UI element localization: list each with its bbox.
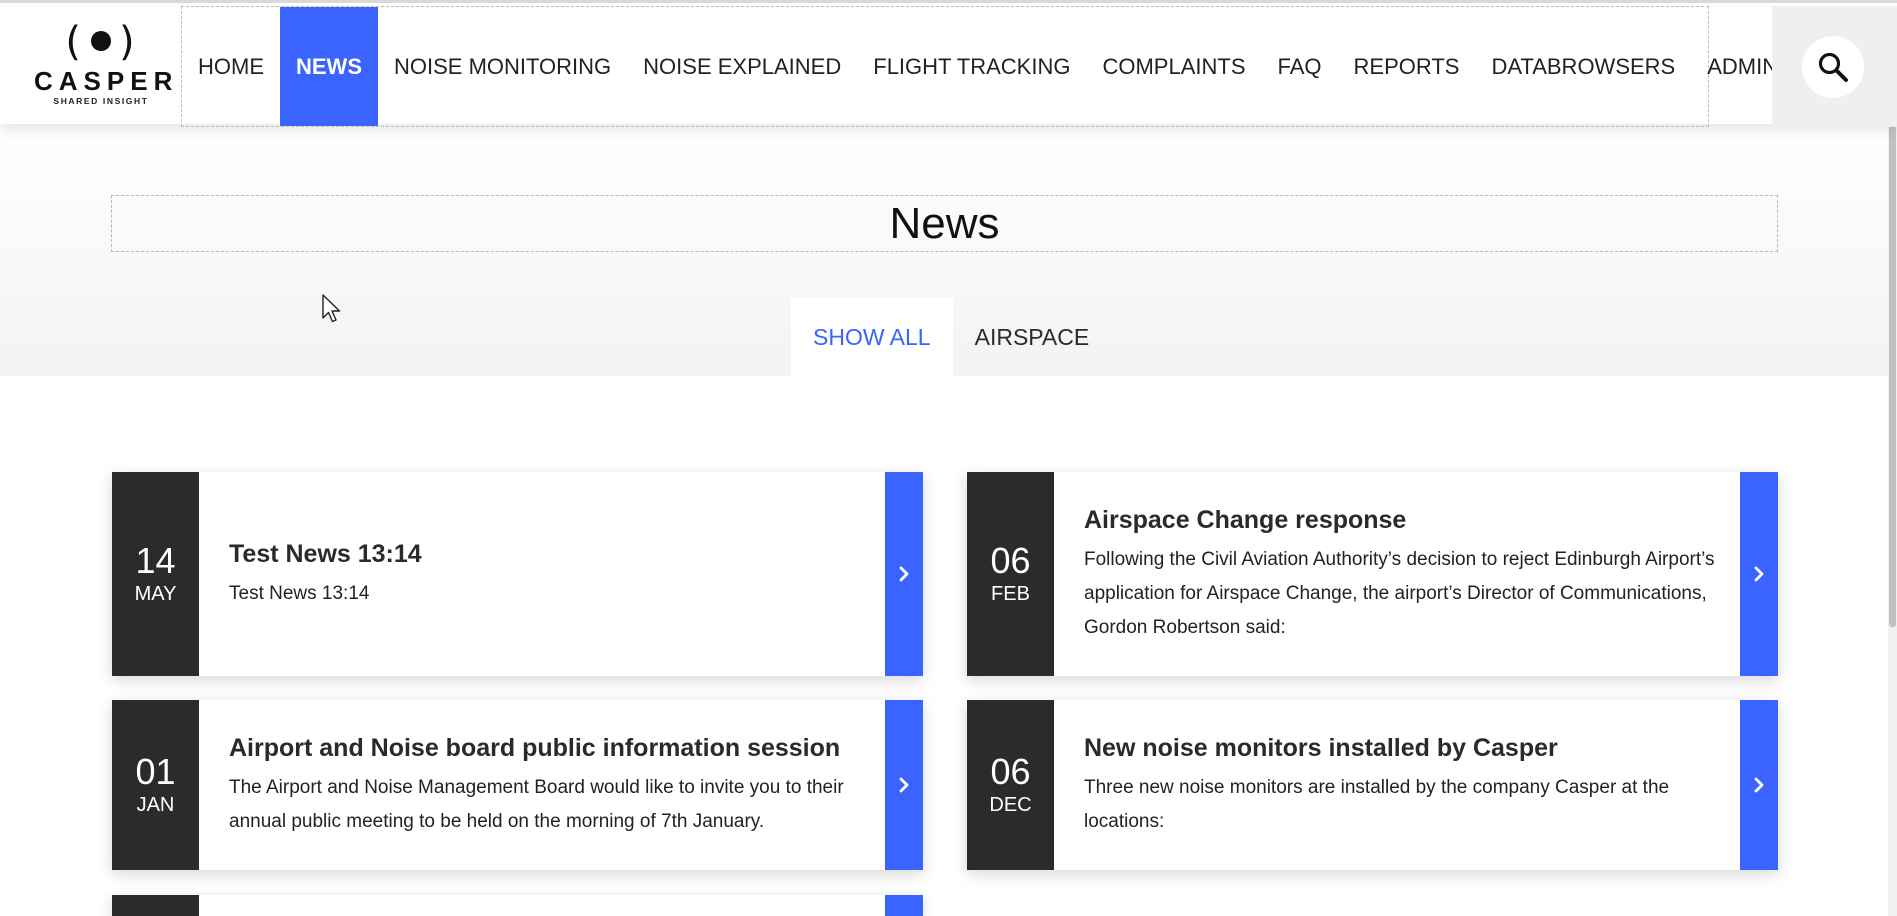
logo-tagline: SHARED INSIGHT: [53, 96, 149, 106]
news-title[interactable]: Test News 13:14: [229, 537, 861, 571]
nav-item-home[interactable]: HOME: [182, 7, 280, 126]
news-card[interactable]: 06 DEC New noise monitors installed by C…: [967, 700, 1778, 870]
nav-item-noise-monitoring[interactable]: NOISE MONITORING: [378, 7, 627, 126]
news-date: 06 DEC: [967, 700, 1054, 870]
news-date: 06 FEB: [967, 472, 1054, 676]
news-filter-tabs: SHOW ALL AIRSPACE: [791, 298, 1111, 376]
news-date-day: 06: [990, 751, 1031, 792]
news-date-month: FEB: [991, 583, 1030, 605]
news-date: 14 MAY: [112, 472, 199, 676]
read-more-button[interactable]: [1740, 700, 1778, 870]
site-header: () CASPER SHARED INSIGHT HOME NEWS NOISE…: [0, 0, 1897, 127]
main-nav: HOME NEWS NOISE MONITORING NOISE EXPLAIN…: [181, 6, 1778, 127]
nav-item-databrowsers[interactable]: DATABROWSERS: [1475, 7, 1691, 126]
page-scrollbar[interactable]: [1888, 3, 1897, 916]
news-card[interactable]: 14 MAY Test News 13:14 Test News 13:14: [112, 472, 923, 676]
news-date: 01 JAN: [112, 700, 199, 870]
news-body: Test News 13:14 Test News 13:14: [199, 472, 885, 676]
news-date: [112, 895, 199, 916]
tab-show-all[interactable]: SHOW ALL: [791, 298, 953, 376]
nav-item-reports[interactable]: REPORTS: [1338, 7, 1476, 126]
news-summary: Following the Civil Aviation Authority’s…: [1084, 549, 1715, 638]
search-icon: [1818, 52, 1848, 82]
nav-item-news[interactable]: NEWS: [280, 7, 378, 126]
chevron-right-icon: [1754, 777, 1764, 793]
news-date-day: 06: [990, 540, 1031, 581]
page: () CASPER SHARED INSIGHT HOME NEWS NOISE…: [0, 0, 1897, 916]
read-more-button[interactable]: [885, 895, 923, 916]
read-more-button[interactable]: [1740, 472, 1778, 676]
read-more-button[interactable]: [885, 472, 923, 676]
casper-logo[interactable]: () CASPER SHARED INSIGHT: [28, 17, 174, 113]
news-date-month: JAN: [136, 794, 175, 816]
news-date-day: 14: [135, 540, 176, 581]
news-card[interactable]: 06 FEB Airspace Change response Followin…: [967, 472, 1778, 676]
search-button[interactable]: [1802, 36, 1864, 98]
chevron-right-icon: [1754, 566, 1764, 582]
mouse-cursor-icon: [322, 294, 341, 323]
news-date-month: MAY: [134, 583, 177, 605]
news-date-month: DEC: [989, 794, 1032, 816]
broadcast-icon: (): [65, 19, 137, 65]
news-body: New noise monitors installed by Casper T…: [1054, 700, 1740, 870]
news-body: Airport and Noise board public informati…: [199, 700, 885, 870]
news-summary: The Airport and Noise Management Board w…: [229, 777, 844, 832]
news-card[interactable]: 01 JAN Airport and Noise board public in…: [112, 700, 923, 870]
search-area: [1772, 6, 1897, 127]
news-body: Airspace Change response Following the C…: [1054, 472, 1740, 676]
nav-item-flight-tracking[interactable]: FLIGHT TRACKING: [857, 7, 1086, 126]
news-summary: Test News 13:14: [229, 583, 370, 604]
news-date-day: 01: [135, 751, 176, 792]
read-more-button[interactable]: [885, 700, 923, 870]
page-title: News: [889, 199, 1000, 248]
news-title[interactable]: Airspace Change response: [1084, 503, 1716, 537]
logo-name: CASPER: [34, 66, 179, 96]
tab-airspace[interactable]: AIRSPACE: [953, 298, 1112, 376]
page-title-box: News: [111, 195, 1778, 252]
news-summary: Three new noise monitors are installed b…: [1084, 777, 1670, 832]
news-card-partial[interactable]: [112, 895, 923, 916]
chevron-right-icon: [899, 777, 909, 793]
news-body: [199, 895, 885, 916]
nav-item-faq[interactable]: FAQ: [1262, 7, 1338, 126]
nav-item-complaints[interactable]: COMPLAINTS: [1086, 7, 1261, 126]
title-band: News SHOW ALL AIRSPACE: [0, 124, 1897, 376]
nav-item-noise-explained[interactable]: NOISE EXPLAINED: [627, 7, 857, 126]
chevron-right-icon: [899, 566, 909, 582]
news-title[interactable]: New noise monitors installed by Casper: [1084, 731, 1716, 765]
news-title[interactable]: Airport and Noise board public informati…: [229, 731, 861, 765]
